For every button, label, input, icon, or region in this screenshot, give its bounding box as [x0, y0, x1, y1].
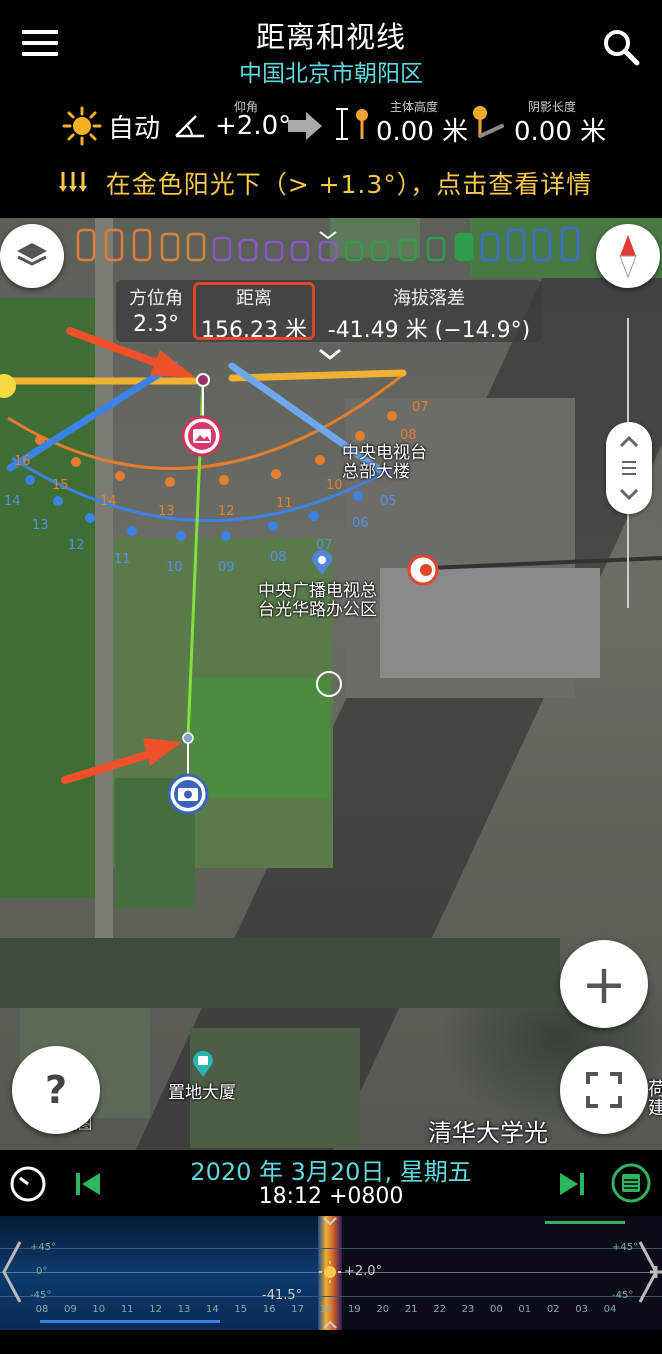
grid-label: +45°: [30, 1242, 57, 1253]
timeline-hour-label: 23: [461, 1304, 475, 1315]
azimuth-column: 方位角 2.3°: [126, 284, 186, 337]
grid-label: -45°: [30, 1290, 52, 1301]
zoom-in-button[interactable]: +: [560, 940, 648, 1028]
fullscreen-icon: [586, 1072, 622, 1108]
timeline-elevation: +2.0°: [344, 1264, 383, 1279]
timeline-hour-label: 00: [490, 1304, 503, 1315]
elevation-value[interactable]: +2.0°: [215, 111, 291, 141]
shadow-length-icon: [473, 106, 504, 138]
hour-label-orange: 12: [218, 504, 235, 519]
timeline-hour-label: 14: [206, 1304, 219, 1315]
timeline-hour-label: 11: [120, 1304, 134, 1315]
hour-label-orange: 07: [412, 400, 429, 415]
sun-marker-icon: [319, 1261, 341, 1283]
timeline-hour-label: 16: [262, 1304, 276, 1315]
timeline-progress: [40, 1320, 220, 1323]
subject-height-value[interactable]: 0.00 米: [376, 111, 468, 148]
hour-label-orange: 11: [276, 496, 293, 511]
grid-line: [0, 1248, 662, 1249]
hour-label-blue: 06: [352, 516, 369, 531]
hour-label-blue: 09: [218, 560, 235, 575]
timeline-low-elevation: -41.5°: [262, 1288, 303, 1303]
timeline-chevron-up-icon[interactable]: [322, 1320, 338, 1330]
altitude-label: 海拔落差: [393, 288, 465, 309]
edge-label: 荷 建: [648, 1079, 662, 1119]
timeline-left-icon[interactable]: [0, 1240, 24, 1304]
timeline-hour-label: 10: [92, 1304, 106, 1315]
golden-light-notice[interactable]: 在金色阳光下（> +1.3°），点击查看详情: [0, 165, 662, 201]
sun-icon[interactable]: [62, 106, 102, 146]
timeline-hour-label: 17: [291, 1304, 304, 1315]
hour-label-blue: 10: [166, 560, 183, 575]
timeline-chevron-down-icon[interactable]: [322, 1216, 338, 1226]
shadow-length-value[interactable]: 0.00 米: [514, 111, 606, 148]
map-view[interactable]: 方位角 2.3° 距离 156.23 米 海拔落差 -41.49 米 (−14.…: [0, 218, 662, 1150]
timeline-hour-label: 12: [149, 1304, 162, 1315]
hour-label-blue: 07: [316, 538, 333, 553]
timeline-hour-label: 03: [575, 1304, 588, 1315]
hour-label-orange: 15: [52, 478, 69, 493]
sun-timeline[interactable]: +45° 0° -45° +45° -45° +2.0° -41.5° 08 09…: [0, 1216, 662, 1330]
distance-highlight-box: [193, 282, 315, 340]
zhidi-label[interactable]: 置地大厦: [168, 1084, 236, 1103]
location-subtitle[interactable]: 中国北京市朝阳区: [0, 54, 662, 88]
subject-height-icon: [336, 108, 368, 140]
grid-label: -45°: [612, 1290, 634, 1301]
hour-label-orange: 14: [100, 494, 117, 509]
fullscreen-button[interactable]: [560, 1046, 648, 1134]
target-pin-icon[interactable]: [180, 414, 224, 458]
calendar-icon[interactable]: [610, 1162, 652, 1204]
tsinghua-label[interactable]: 清华大学光: [424, 1121, 552, 1145]
azimuth-label: 方位角: [129, 288, 183, 309]
azimuth-value: 2.3°: [133, 312, 179, 337]
hour-label-blue: 12: [68, 538, 85, 553]
top-header: 距离和视线 中国北京市朝阳区 自动 仰角 +2.0° 主体高度 0.00 米 阴…: [0, 0, 662, 218]
hour-label-orange: 10: [326, 478, 343, 493]
grid-line: [0, 1296, 662, 1297]
hour-label-blue: 13: [32, 518, 49, 533]
hour-label-orange: 16: [14, 454, 31, 469]
time-control-bar: 2020 年 3月20日, 星期五 18:12 +0800 +45° 0° -4…: [0, 1150, 662, 1354]
timeline-hour-label: 21: [404, 1304, 418, 1315]
timeline-hour-label: 01: [518, 1304, 532, 1315]
timeline-hour-label: 19: [348, 1304, 361, 1315]
page-title: 距离和视线: [255, 20, 406, 54]
poi-building-icon[interactable]: [192, 1050, 214, 1078]
elevation-angle-icon: [175, 115, 204, 138]
hour-label-orange: 13: [158, 504, 175, 519]
zoom-slider-handle[interactable]: [606, 422, 652, 514]
cctv-office-label[interactable]: 中央广播电视总 台光华路办公区: [258, 582, 377, 620]
camera-pin-icon[interactable]: [166, 772, 210, 816]
mode-label[interactable]: 自动: [108, 108, 160, 145]
timeline-hour-label: 04: [603, 1304, 617, 1315]
search-icon[interactable]: [600, 26, 642, 68]
timeline-hour-label: 09: [64, 1304, 77, 1315]
expand-chevron-icon[interactable]: [318, 348, 342, 362]
hour-label-blue: 05: [380, 494, 397, 509]
measurement-panel[interactable]: 方位角 2.3° 距离 156.23 米 海拔落差 -41.49 米 (−14.…: [116, 280, 542, 344]
grid-label: +45°: [612, 1242, 639, 1253]
visibility-bar: [545, 1221, 625, 1224]
hour-label-blue: 14: [4, 494, 21, 509]
timeline-hour-label: 15: [234, 1304, 248, 1315]
cctv-hq-label[interactable]: 中央电视台 总部大楼: [342, 444, 427, 482]
timeline-hour-label: 02: [546, 1304, 560, 1315]
timeline-hour-label: 08: [35, 1304, 49, 1315]
help-button[interactable]: ?: [12, 1046, 100, 1134]
grid-label: 0°: [36, 1266, 48, 1277]
slider-grip-icon: [619, 435, 639, 501]
timeline-hour-label: 20: [376, 1304, 390, 1315]
altitude-value: -41.49 米 (−14.9°): [327, 318, 531, 343]
timeline-hour-label: 22: [433, 1304, 446, 1315]
timeline-right-icon[interactable]: [636, 1240, 662, 1304]
hour-label-orange: 08: [400, 428, 417, 443]
hour-label-blue: 11: [114, 552, 131, 567]
arrow-right-icon: [288, 112, 322, 140]
next-icon[interactable]: [558, 1170, 586, 1198]
altitude-column: 海拔落差 -41.49 米 (−14.9°): [321, 284, 537, 344]
timeline-hour-label: 13: [177, 1304, 191, 1315]
hour-label-blue: 08: [270, 550, 287, 565]
timeline-hour-label: 18: [319, 1304, 333, 1315]
